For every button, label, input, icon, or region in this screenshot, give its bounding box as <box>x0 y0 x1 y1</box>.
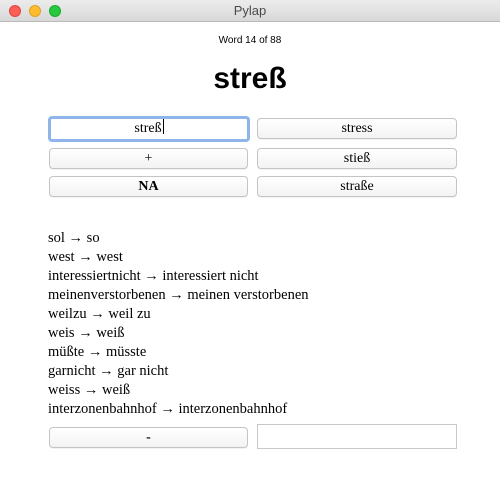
window-title: Pylap <box>233 3 267 18</box>
plus-button[interactable]: + <box>49 148 248 169</box>
history-row: interessiertnicht → interessiert nicht <box>48 268 259 284</box>
secondary-input[interactable] <box>257 424 457 449</box>
suggestion-button-stress[interactable]: stress <box>257 118 457 139</box>
na-button[interactable]: NA <box>49 176 248 197</box>
text-cursor <box>162 119 164 134</box>
app-window: Pylap Word 14 of 88 streß streß stress +… <box>0 0 500 500</box>
history-row: weiss → weiß <box>48 382 131 398</box>
history-row: interzonenbahnhof → interzonenbahnhof <box>48 401 288 417</box>
history-row: sol → so <box>48 230 100 246</box>
history-row: weilzu → weil zu <box>48 306 151 322</box>
minus-button[interactable]: - <box>49 427 248 448</box>
history-row: meinenverstorbenen → meinen verstorbenen <box>48 287 309 303</box>
correction-input[interactable]: streß <box>48 116 250 142</box>
history-row: garnicht → gar nicht <box>48 363 169 379</box>
history-row: weis → weiß <box>48 325 125 341</box>
correction-input-value: streß <box>134 121 162 136</box>
title-bar: Pylap <box>0 0 500 22</box>
suggestion-button-strasse[interactable]: straße <box>257 176 457 197</box>
suggestion-button-stiess[interactable]: stieß <box>257 148 457 169</box>
word-counter: Word 14 of 88 <box>218 35 282 46</box>
correction-history: sol → so west → west interessiertnicht →… <box>48 229 468 419</box>
history-row: west → west <box>48 249 123 265</box>
history-row: müßte → müsste <box>48 344 147 360</box>
current-word: streß <box>213 62 287 95</box>
